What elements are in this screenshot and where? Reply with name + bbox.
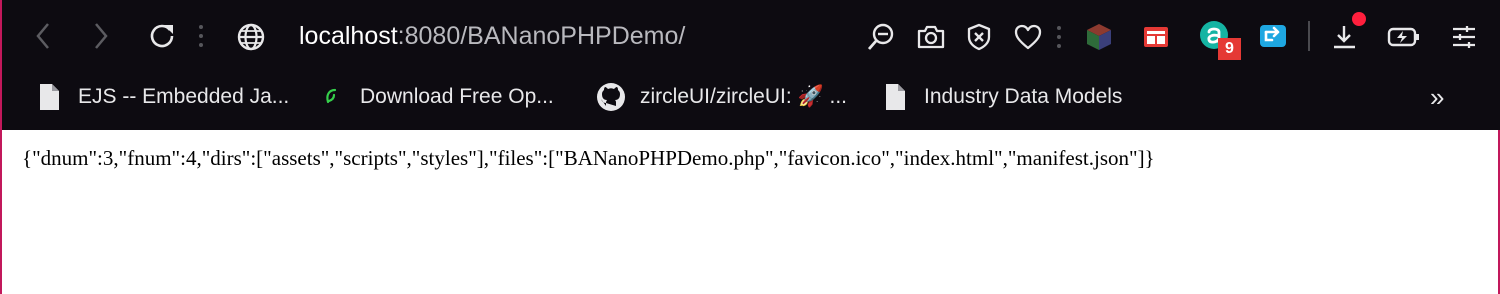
shield-x-icon xyxy=(967,23,991,51)
zoom-out-icon xyxy=(867,23,894,50)
extension-share-button[interactable] xyxy=(1256,20,1290,54)
reload-icon xyxy=(150,24,174,48)
bookmark-label: EJS -- Embedded Ja... xyxy=(78,85,290,108)
url-host: localhost xyxy=(299,22,398,50)
browser-chrome: localhost:8080/BANanoPHPDemo/ 9 EJS -- E… xyxy=(0,0,1500,130)
extension-layout-button[interactable] xyxy=(1139,20,1173,54)
leaf-favicon-icon xyxy=(316,82,346,112)
battery-saver-button[interactable] xyxy=(1386,20,1422,54)
zoom-button[interactable] xyxy=(864,20,898,54)
chevron-left-icon xyxy=(36,23,49,49)
share-arrow-icon xyxy=(1260,25,1286,47)
github-icon xyxy=(596,82,626,112)
extension-cube-button[interactable] xyxy=(1082,20,1116,54)
sliders-icon xyxy=(1453,26,1475,48)
bookmark-label: Download Free Op... xyxy=(360,85,554,108)
bookmark-download-free[interactable]: Download Free Op... xyxy=(316,72,554,122)
extension-count-badge: 9 xyxy=(1218,38,1241,60)
bookmark-zircleui[interactable]: zircleUI/zircleUI: 🚀 ... xyxy=(596,72,847,122)
chevron-double-right-icon: » xyxy=(1430,81,1445,112)
document-icon xyxy=(34,82,64,112)
toolbar-divider-dots xyxy=(198,24,204,51)
back-button[interactable] xyxy=(28,20,58,52)
bookmarks-bar: EJS -- Embedded Ja... Download Free Op..… xyxy=(2,72,1500,130)
page-content: {"dnum":3,"fnum":4,"dirs":["assets","scr… xyxy=(0,130,1500,294)
settings-menu-button[interactable] xyxy=(1447,20,1481,54)
cube-icon xyxy=(1087,24,1111,50)
layout-panel-icon xyxy=(1144,27,1168,47)
reload-button[interactable] xyxy=(146,20,178,52)
forward-button[interactable] xyxy=(86,20,116,52)
screenshot-button[interactable] xyxy=(914,20,948,54)
bookmark-ejs[interactable]: EJS -- Embedded Ja... xyxy=(34,72,289,122)
camera-icon xyxy=(917,25,945,49)
bookmark-industry-data-models[interactable]: Industry Data Models xyxy=(880,72,1122,122)
battery-bolt-icon xyxy=(1387,27,1419,47)
json-response-text: {"dnum":3,"fnum":4,"dirs":["assets","scr… xyxy=(22,146,1155,170)
bookmark-label: zircleUI/zircleUI: 🚀 ... xyxy=(640,85,847,108)
download-icon xyxy=(1334,26,1355,49)
globe-icon xyxy=(237,23,265,51)
chevron-right-icon xyxy=(95,23,108,49)
browser-toolbar: localhost:8080/BANanoPHPDemo/ 9 xyxy=(2,0,1500,72)
adblock-button[interactable] xyxy=(962,20,996,54)
address-bar[interactable]: localhost:8080/BANanoPHPDemo/ xyxy=(299,18,685,54)
toolbar-separator xyxy=(1308,21,1310,51)
document-icon xyxy=(880,82,910,112)
site-info-button[interactable] xyxy=(234,20,268,54)
bookmarks-overflow-button[interactable]: » xyxy=(1430,72,1444,122)
download-notification-dot xyxy=(1352,12,1366,26)
heart-icon xyxy=(1014,24,1042,50)
url-path: :8080/BANanoPHPDemo/ xyxy=(397,22,686,50)
toolbar-divider-dots xyxy=(1056,25,1062,52)
favorite-button[interactable] xyxy=(1011,20,1045,54)
bookmark-label: Industry Data Models xyxy=(924,85,1123,108)
